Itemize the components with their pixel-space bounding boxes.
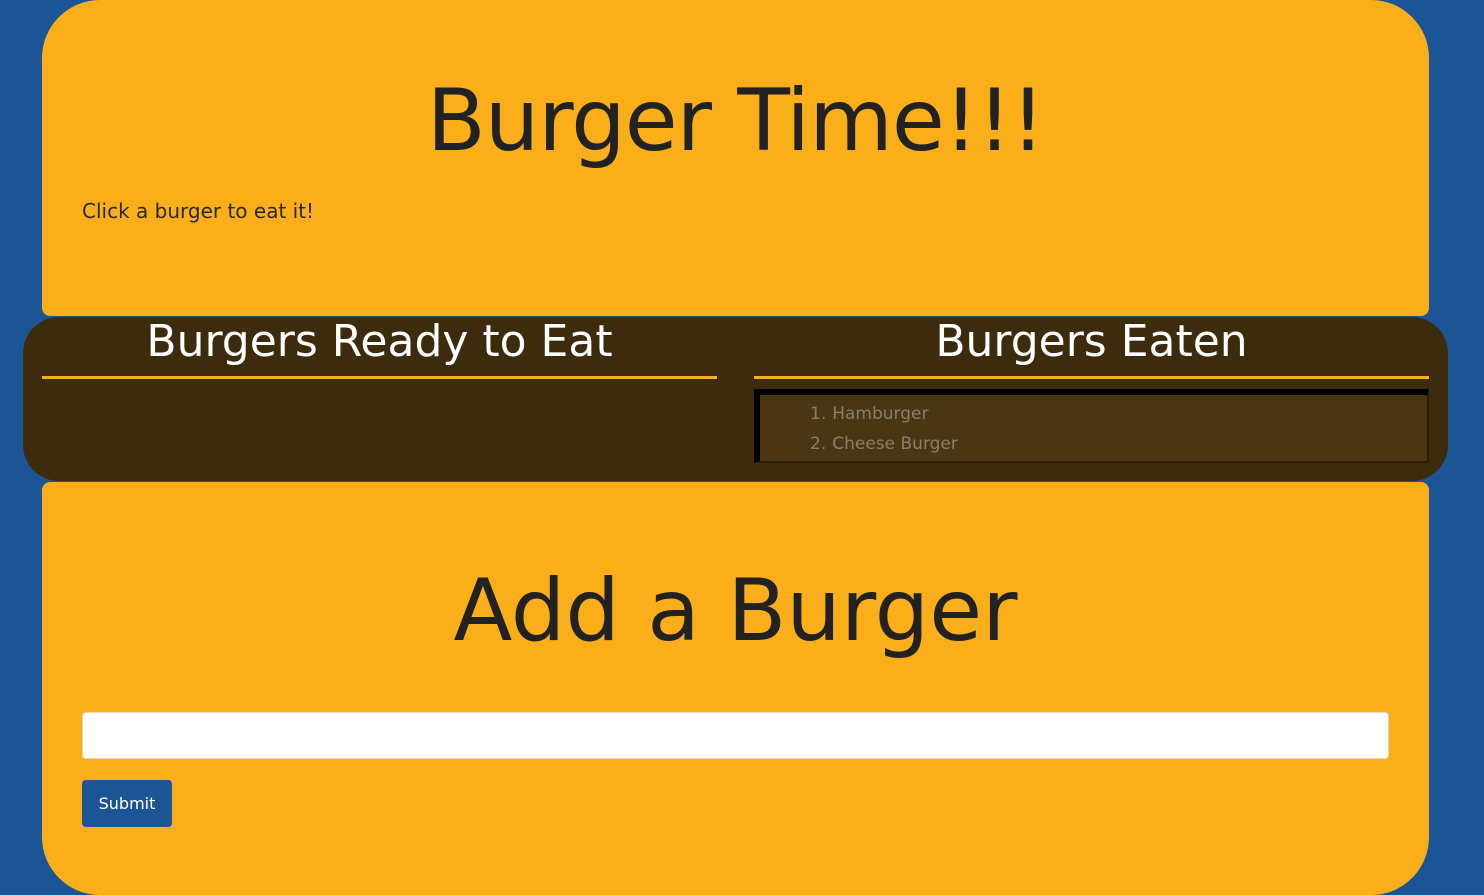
ready-to-eat-heading: Burgers Ready to Eat	[42, 310, 717, 379]
burger-name: Hamburger	[832, 404, 929, 424]
list-number: 1.	[810, 404, 827, 424]
page-title: Burger Time!!!	[426, 71, 1045, 171]
add-burger-title: Add a Burger	[453, 561, 1018, 661]
eaten-burger-list: 1. Hamburger 2. Cheese Burger	[754, 389, 1429, 463]
add-burger-section: Add a Burger Submit	[42, 482, 1429, 895]
list-number: 2.	[810, 434, 827, 454]
header-section: Burger Time!!! Click a burger to eat it!	[42, 0, 1429, 316]
burger-name-input[interactable]	[82, 712, 1389, 759]
eaten-burger-item: 1. Hamburger	[760, 399, 1427, 429]
instructions-text: Click a burger to eat it!	[82, 199, 315, 223]
burger-name: Cheese Burger	[832, 434, 958, 454]
page: Burger Time!!! Click a burger to eat it!…	[0, 0, 1484, 895]
eaten-heading: Burgers Eaten	[754, 310, 1429, 379]
eaten-burger-item: 2. Cheese Burger	[760, 429, 1427, 459]
submit-button[interactable]: Submit	[82, 780, 172, 827]
